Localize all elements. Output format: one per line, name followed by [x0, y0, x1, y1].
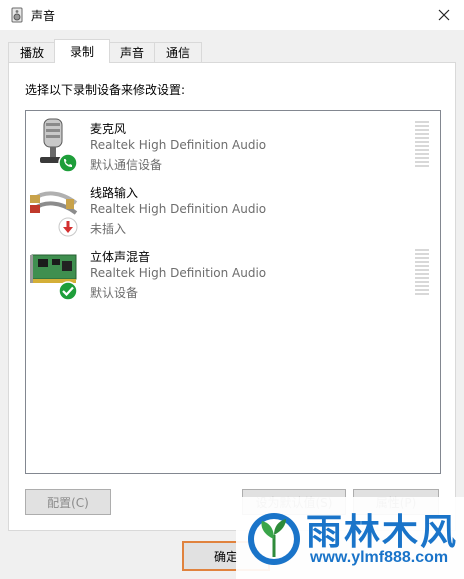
device-description: Realtek High Definition Audio [90, 202, 267, 216]
level-meter [415, 249, 429, 295]
device-list[interactable]: 麦克风 Realtek High Definition Audio 默认通信设备… [25, 110, 441, 474]
device-status: 未插入 [90, 222, 127, 236]
watermark-url: www.ylmf888.com [310, 549, 449, 566]
recording-panel: 选择以下录制设备来修改设置: 麦克风 Realtek High Definiti… [8, 62, 456, 531]
tab-playback[interactable]: 播放 [8, 42, 56, 62]
device-status: 默认设备 [90, 286, 139, 300]
ylmf-logo [248, 513, 300, 565]
watermark-title: 雨林木风 [306, 512, 459, 553]
device-item[interactable]: 立体声混音 Realtek High Definition Audio 默认设备 [26, 245, 440, 309]
watermark: 雨林木风 www.ylmf888.com [236, 497, 464, 579]
default-check-badge-icon [58, 281, 78, 301]
window-title: 声音 [31, 9, 56, 23]
title-bar: 声音 [0, 0, 464, 30]
phone-badge-icon [58, 153, 78, 173]
tab-sounds[interactable]: 声音 [108, 42, 156, 62]
device-status: 默认通信设备 [90, 158, 163, 172]
device-name: 立体声混音 [90, 250, 151, 264]
tab-recording[interactable]: 录制 [54, 39, 110, 63]
device-description: Realtek High Definition Audio [90, 138, 267, 152]
unplugged-badge-icon [58, 217, 78, 237]
device-item[interactable]: 线路输入 Realtek High Definition Audio 未插入 [26, 181, 440, 245]
configure-button[interactable]: 配置(C) [25, 489, 111, 515]
close-button[interactable] [424, 0, 464, 30]
device-name: 麦克风 [90, 122, 127, 136]
device-description: Realtek High Definition Audio [90, 266, 267, 280]
close-icon [438, 9, 450, 21]
device-item[interactable]: 麦克风 Realtek High Definition Audio 默认通信设备 [26, 117, 440, 181]
instruction-text: 选择以下录制设备来修改设置: [25, 83, 186, 97]
speaker-icon [11, 7, 23, 23]
tab-communications[interactable]: 通信 [154, 42, 202, 62]
device-name: 线路输入 [90, 186, 139, 200]
level-meter [415, 121, 429, 167]
